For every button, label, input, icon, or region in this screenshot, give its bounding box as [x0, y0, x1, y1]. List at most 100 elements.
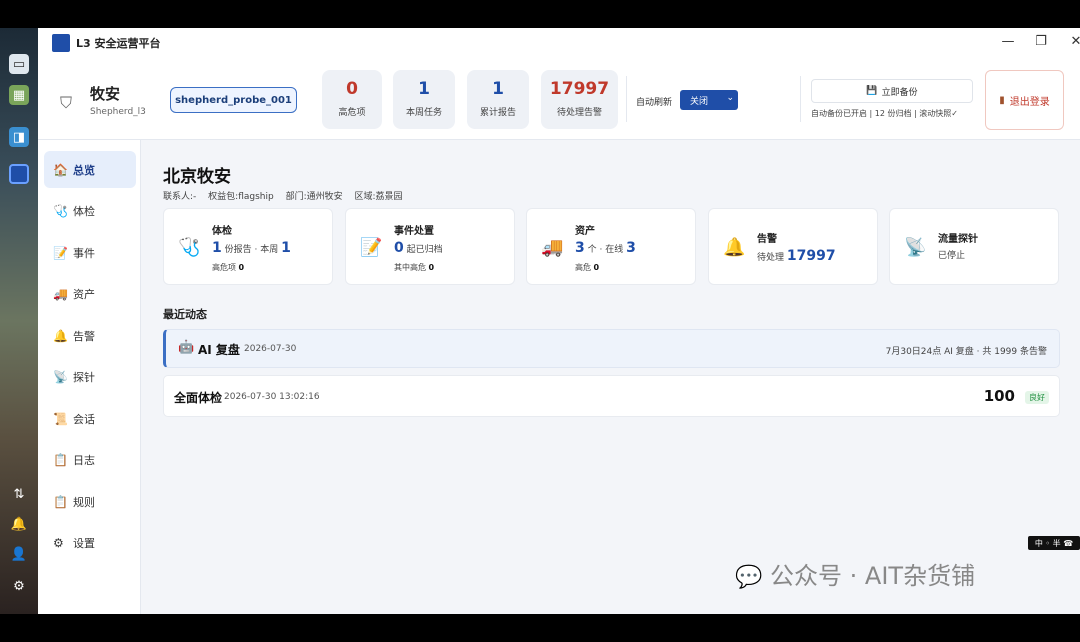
sidebar-item-label: 日志: [73, 454, 95, 467]
divider: [626, 76, 627, 122]
watermark: 💬 公众号 · AIT杂货铺: [735, 556, 975, 591]
gear-icon: ⚙: [53, 536, 64, 550]
divider: [800, 76, 801, 122]
stat-label: 待处理告警: [556, 108, 602, 118]
stat-card[interactable]: 1 累计报告: [467, 70, 529, 129]
sidebar-item-6[interactable]: 📜 会话: [44, 400, 136, 437]
backup-button[interactable]: 💾 立即备份: [811, 79, 973, 103]
screen-top-bar: [0, 0, 1080, 28]
probe-selector[interactable]: shepherd_probe_001: [170, 87, 297, 113]
door-icon: ▮: [999, 94, 1005, 106]
sidebar-item-8[interactable]: 📋 规则: [44, 483, 136, 520]
card-number: 0: [394, 240, 404, 256]
truck-icon: 🚚: [541, 237, 564, 258]
network-icon[interactable]: ⇅: [9, 484, 29, 504]
summary-card[interactable]: 📝 事件处置 0 起已归档 其中高危 0: [345, 208, 515, 285]
card-text: 个 · 在线: [587, 245, 624, 255]
bell-icon: 🔔: [53, 328, 68, 343]
feed-item-full-check[interactable]: 全面体检 2026-07-30 13:02:16 100 良好: [163, 375, 1060, 417]
memo-icon: 📝: [360, 237, 383, 258]
card-title: 体检: [212, 226, 232, 237]
card-title: 流量探针: [938, 234, 978, 245]
settings-gear-icon[interactable]: ⚙: [9, 576, 29, 596]
card-title: 资产: [575, 226, 595, 237]
sidebar-item-label: 规则: [73, 495, 95, 509]
scroll-icon: 📜: [53, 411, 68, 426]
card-text: 待处理: [757, 253, 785, 263]
card-sub: 其中高危 0: [394, 262, 434, 273]
feed-date: 2026-07-30 13:02:16: [224, 392, 320, 402]
sidebar-item-label: 事件: [73, 246, 95, 260]
home-icon: 🏠: [53, 162, 68, 177]
shield-icon: ⛉: [60, 93, 73, 112]
apps-grid-icon[interactable]: ▦: [9, 85, 29, 105]
truck-icon: 🚚: [53, 287, 68, 301]
card-title: 告警: [757, 234, 777, 245]
robot-icon: 🤖: [178, 340, 195, 355]
logout-button[interactable]: ▮ 退出登录: [985, 70, 1064, 130]
maximize-icon[interactable]: ❐: [1031, 34, 1051, 49]
floppy-icon: 💾: [866, 86, 878, 96]
user-icon[interactable]: 👤: [9, 544, 29, 564]
sidebar-item-label: 总览: [73, 163, 95, 177]
org-meta: 联系人:- 权益包:flagship 部门:通州牧安 区域:荔景园: [163, 189, 412, 202]
stethoscope-icon: 🩺: [53, 204, 68, 218]
sidebar-item-1[interactable]: 🩺 体检: [44, 193, 136, 230]
sidebar-item-4[interactable]: 🔔 告警: [44, 317, 136, 354]
sidebar-item-label: 体检: [73, 205, 95, 218]
browser-icon[interactable]: ◨: [9, 127, 29, 147]
stat-card[interactable]: 0 高危项: [322, 70, 382, 129]
sidebar-item-2[interactable]: 📝 事件: [44, 234, 136, 271]
summary-card[interactable]: 🔔 告警 待处理 17997: [708, 208, 878, 285]
backup-label: 立即备份: [881, 87, 918, 98]
notification-bell-icon[interactable]: 🔔: [9, 514, 29, 534]
auto-refresh-select[interactable]: 关闭 ⌄: [680, 90, 738, 110]
sidebar-item-9[interactable]: ⚙ 设置: [44, 525, 136, 562]
meta-plan: 权益包:flagship: [208, 192, 274, 202]
app-logo-icon: [52, 34, 70, 52]
stat-card[interactable]: 1 本周任务: [393, 70, 455, 129]
corner-badge: 中 ◦ 半 ☎: [1028, 536, 1080, 550]
card-line: 已停止: [938, 248, 965, 261]
close-icon[interactable]: ✕: [1066, 34, 1080, 49]
sidebar-item-0[interactable]: 🏠 总览: [44, 151, 136, 188]
clipboard-rules-icon: 📋: [53, 494, 68, 509]
meta-contact: 联系人:-: [163, 192, 197, 202]
card-line: 1 份报告 · 本周 1: [212, 240, 291, 256]
card-sub-label: 高危: [575, 263, 591, 272]
sidebar-item-3[interactable]: 🚚 资产: [44, 276, 136, 313]
summary-card[interactable]: 🚚 资产 3 个 · 在线 3 高危 0: [526, 208, 696, 285]
clipboard-icon: 📋: [53, 453, 68, 467]
card-sub-label: 其中高危: [394, 263, 426, 272]
sidebar: 🏠 总览 🩺 体检 📝 事件 🚚 资产 🔔 告警 📡 探针 📜 会话 📋 日志 📋 规则 ⚙ 设置: [38, 140, 141, 614]
stat-value: 1: [418, 79, 430, 99]
feed-title: AI 复盘: [198, 343, 240, 357]
summary-card[interactable]: 📡 流量探针 已停止: [889, 208, 1059, 285]
card-number: 1: [212, 240, 222, 256]
sidebar-item-5[interactable]: 📡 探针: [44, 359, 136, 396]
card-number-2: 17997: [786, 248, 836, 264]
title-bar: L3 安全运营平台 — ❐ ✕: [38, 28, 1080, 58]
sidebar-item-label: 设置: [73, 537, 95, 550]
wechat-icon: 💬: [735, 565, 763, 590]
stat-label: 本周任务: [405, 108, 442, 118]
stat-value: 0: [346, 79, 358, 99]
feed-summary: 7月30日24点 AI 复盘 · 共 1999 条告警: [885, 347, 1047, 357]
meta-dept: 部门:通州牧安: [285, 192, 343, 202]
sidebar-item-7[interactable]: 📋 日志: [44, 442, 136, 479]
minimize-icon[interactable]: —: [998, 34, 1018, 49]
page-title: 北京牧安: [163, 167, 231, 187]
card-line: 0 起已归档: [394, 240, 443, 256]
stat-card[interactable]: 17997 待处理告警: [541, 70, 618, 129]
card-sub-value: 0: [428, 263, 435, 272]
feed-item-ai-review[interactable]: 🤖 AI 复盘 2026-07-30 7月30日24点 AI 复盘 · 共 19…: [163, 329, 1060, 368]
active-app-icon[interactable]: [9, 164, 29, 184]
card-text: 起已归档: [406, 245, 443, 255]
sidebar-item-label: 资产: [73, 288, 95, 301]
summary-card[interactable]: 🩺 体检 1 份报告 · 本周 1 高危项 0: [163, 208, 333, 285]
monitor-icon[interactable]: ▭: [9, 54, 29, 74]
auto-refresh-value: 关闭: [690, 96, 709, 107]
card-sub: 高危 0: [575, 262, 599, 273]
sidebar-item-label: 告警: [73, 329, 95, 343]
card-sub-value: 0: [238, 263, 245, 272]
